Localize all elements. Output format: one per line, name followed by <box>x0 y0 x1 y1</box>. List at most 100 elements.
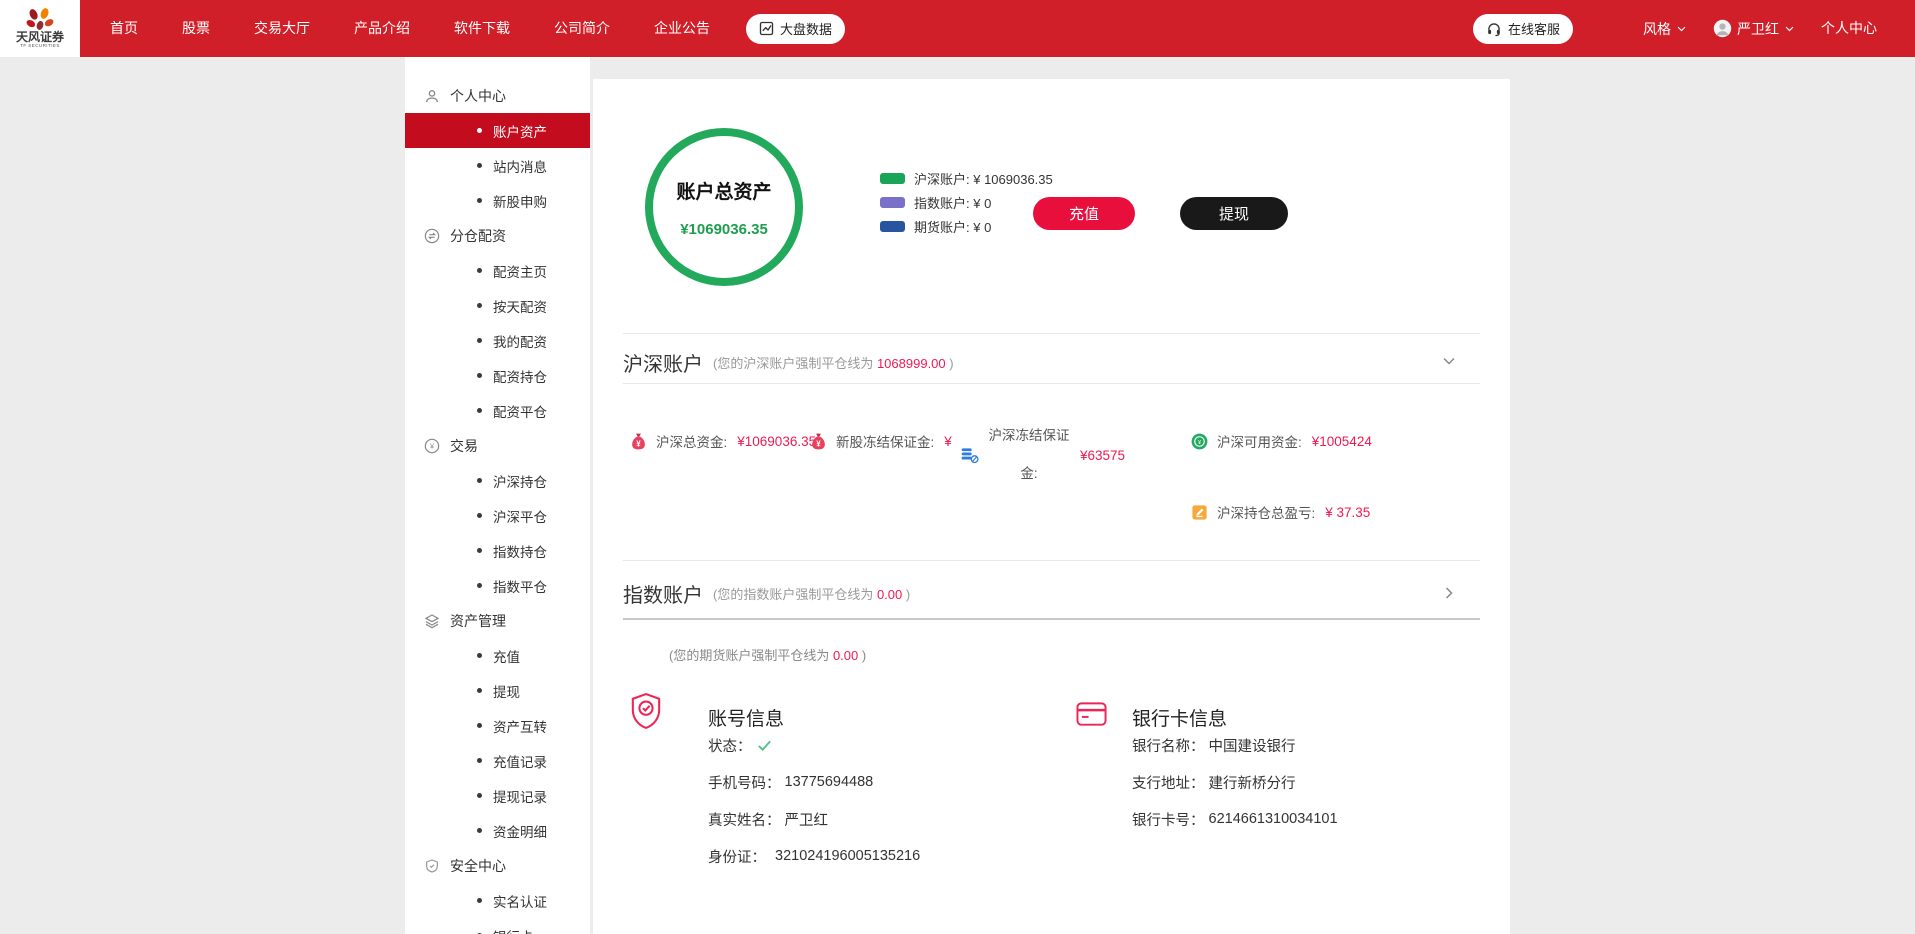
sidebar-item-withdraw[interactable]: 提现 <box>405 673 590 708</box>
id-card-label: 身份证： <box>708 846 766 867</box>
index-account-title: 指数账户 <box>623 579 703 608</box>
bullet-icon <box>477 828 482 833</box>
item-label: 提现记录 <box>493 786 547 806</box>
shield-check-icon <box>630 691 662 731</box>
withdraw-button[interactable]: 提现 <box>1180 197 1288 230</box>
online-service-button[interactable]: 在线客服 <box>1473 14 1573 44</box>
sidebar-item-bank-card[interactable]: 银行卡 <box>405 918 590 934</box>
bank-name-value: 中国建设银行 <box>1209 735 1296 756</box>
item-label: 提现 <box>493 681 520 701</box>
nav-item-announcements[interactable]: 企业公告 <box>632 0 732 57</box>
item-label: 按天配资 <box>493 296 547 316</box>
sidebar-item-allocation-positions[interactable]: 配资持仓 <box>405 358 590 393</box>
sidebar-item-fund-details[interactable]: 资金明细 <box>405 813 590 848</box>
bank-info-title: 银行卡信息 <box>1132 704 1227 731</box>
sidebar: 个人中心 账户资产 站内消息 新股申购 分仓配资 配资主页 按天配资 我的配资 … <box>405 57 590 934</box>
sidebar-section-security-center[interactable]: 安全中心 <box>405 848 590 883</box>
sidebar-item-deposit-records[interactable]: 充值记录 <box>405 743 590 778</box>
note-icon <box>1190 503 1209 522</box>
nav-item-trading-hall[interactable]: 交易大厅 <box>232 0 332 57</box>
sidebar-section-personal-center[interactable]: 个人中心 <box>405 78 590 113</box>
sidebar-item-withdraw-records[interactable]: 提现记录 <box>405 778 590 813</box>
total-assets-value: ¥1069036.35 <box>680 221 768 238</box>
item-label: 资金明细 <box>493 821 547 841</box>
bank-info-rows: 银行名称： 中国建设银行 支行地址： 建行新桥分行 银行卡号： 62146613… <box>1132 737 1338 848</box>
stat-label: 沪深持仓总盈亏: <box>1217 502 1315 522</box>
sidebar-item-index-positions[interactable]: 指数持仓 <box>405 533 590 568</box>
account-info-rows: 状态： 手机号码： 13775694488 真实姓名： 严卫红 身份证： 321… <box>708 737 920 885</box>
item-label: 充值记录 <box>493 751 547 771</box>
bank-card-icon <box>1076 701 1107 727</box>
nav-item-home[interactable]: 首页 <box>88 0 160 57</box>
nav-item-stocks[interactable]: 股票 <box>160 0 232 57</box>
sidebar-item-deposit[interactable]: 充值 <box>405 638 590 673</box>
user-dropdown[interactable]: 严卫红 <box>1713 19 1795 39</box>
item-label: 资产互转 <box>493 716 547 736</box>
sidebar-item-index-close[interactable]: 指数平仓 <box>405 568 590 603</box>
sidebar-section-asset-management[interactable]: 资产管理 <box>405 603 590 638</box>
moneybag-icon: ¥ <box>809 432 828 451</box>
item-label: 指数持仓 <box>493 541 547 561</box>
chevron-down-icon[interactable] <box>1441 353 1457 369</box>
sidebar-item-hs-positions[interactable]: 沪深持仓 <box>405 463 590 498</box>
sidebar-item-account-assets[interactable]: 账户资产 <box>405 113 590 148</box>
sidebar-item-daily-allocation[interactable]: 按天配资 <box>405 288 590 323</box>
accounts-legend: 沪深账户: ¥ 1069036.35 指数账户: ¥ 0 期货账户: ¥ 0 <box>880 171 1053 243</box>
item-label: 账户资产 <box>493 121 547 141</box>
chevron-down-icon <box>1784 23 1795 34</box>
market-data-button[interactable]: 大盘数据 <box>746 14 845 44</box>
nav-item-downloads[interactable]: 软件下载 <box>432 0 532 57</box>
stat-value: ¥1005424 <box>1312 434 1372 449</box>
section-label: 交易 <box>450 436 478 456</box>
stat-new-stock-frozen-margin: ¥ 新股冻结保证金: ¥ <box>809 431 952 451</box>
index-account-header: 指数账户 (您的指数账户强制平仓线为 0.00 ) <box>623 573 910 613</box>
sidebar-section-allocation[interactable]: 分仓配资 <box>405 218 590 253</box>
sidebar-item-new-stock-subscription[interactable]: 新股申购 <box>405 183 590 218</box>
legend-row-futures: 期货账户: ¥ 0 <box>880 219 1053 233</box>
nav-personal-center[interactable]: 个人中心 <box>1821 0 1877 57</box>
sidebar-item-real-name-verification[interactable]: 实名认证 <box>405 883 590 918</box>
logo[interactable]: 天风证券 TF SECURITIES <box>0 0 80 57</box>
coin-icon: ¥ <box>1190 432 1209 451</box>
bank-name-row: 银行名称： 中国建设银行 <box>1132 737 1338 753</box>
bullet-icon <box>477 688 482 693</box>
futures-liquidation-value: 0.00 <box>833 648 858 663</box>
bullet-icon <box>477 373 482 378</box>
phone-label: 手机号码： <box>708 772 781 793</box>
online-service-label: 在线客服 <box>1508 19 1560 38</box>
item-label: 沪深持仓 <box>493 471 547 491</box>
sidebar-item-hs-close[interactable]: 沪深平仓 <box>405 498 590 533</box>
section-label: 安全中心 <box>450 856 506 876</box>
recharge-button[interactable]: 充值 <box>1033 197 1135 230</box>
id-card-value: 321024196005135216 <box>775 848 920 864</box>
stat-label: 沪深总资金: <box>656 431 727 451</box>
stat-value: ¥63575 <box>1080 448 1125 463</box>
sidebar-item-asset-transfer[interactable]: 资产互转 <box>405 708 590 743</box>
chevron-right-icon[interactable] <box>1441 585 1457 601</box>
sidebar-item-my-allocation[interactable]: 我的配资 <box>405 323 590 358</box>
sidebar-item-site-messages[interactable]: 站内消息 <box>405 148 590 183</box>
status-label: 状态： <box>708 735 752 756</box>
layers-icon <box>424 613 440 629</box>
moneybag-icon: ¥ <box>629 432 648 451</box>
sidebar-item-allocation-close[interactable]: 配资平仓 <box>405 393 590 428</box>
bullet-icon <box>477 583 482 588</box>
bullet-icon <box>477 653 482 658</box>
real-name-label: 真实姓名： <box>708 809 781 830</box>
total-assets-title: 账户总资产 <box>676 177 771 204</box>
exchange-icon <box>424 228 440 244</box>
branch-label: 支行地址： <box>1132 772 1205 793</box>
nav-right: 在线客服 风格 严卫红 个人中心 <box>1473 0 1915 57</box>
real-name-value: 严卫红 <box>785 809 829 830</box>
user-icon <box>424 88 440 104</box>
style-dropdown[interactable]: 风格 <box>1643 19 1687 39</box>
item-label: 银行卡 <box>493 926 534 934</box>
sidebar-item-allocation-home[interactable]: 配资主页 <box>405 253 590 288</box>
stat-hs-frozen-margin: 沪深冻结保证金: ¥63575 <box>960 417 1125 493</box>
chart-icon <box>759 21 774 36</box>
check-icon <box>756 737 773 754</box>
sidebar-section-trading[interactable]: ¥ 交易 <box>405 428 590 463</box>
legend-label: 指数账户: ¥ 0 <box>914 193 991 212</box>
nav-item-company[interactable]: 公司简介 <box>532 0 632 57</box>
nav-item-products[interactable]: 产品介绍 <box>332 0 432 57</box>
